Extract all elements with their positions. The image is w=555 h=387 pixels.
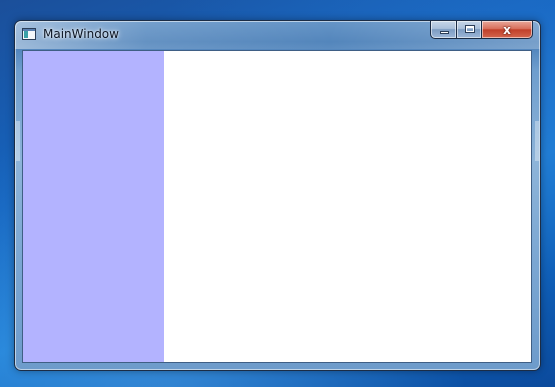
right-panel — [164, 51, 531, 362]
main-window[interactable]: MainWindow x — [14, 20, 541, 371]
client-area — [22, 50, 532, 363]
close-button[interactable]: x — [481, 21, 533, 39]
caption-buttons: x — [430, 21, 533, 40]
right-frame-edge[interactable] — [535, 121, 539, 161]
minimize-button[interactable] — [430, 21, 457, 39]
maximize-button[interactable] — [456, 21, 482, 39]
title-bar[interactable]: MainWindow x — [15, 21, 540, 49]
close-icon: x — [503, 23, 511, 37]
window-title: MainWindow — [43, 27, 119, 41]
left-frame-edge[interactable] — [16, 121, 20, 161]
minimize-icon — [440, 31, 449, 34]
maximize-icon — [465, 25, 475, 33]
app-window-icon[interactable] — [22, 28, 36, 40]
left-panel — [23, 51, 164, 362]
